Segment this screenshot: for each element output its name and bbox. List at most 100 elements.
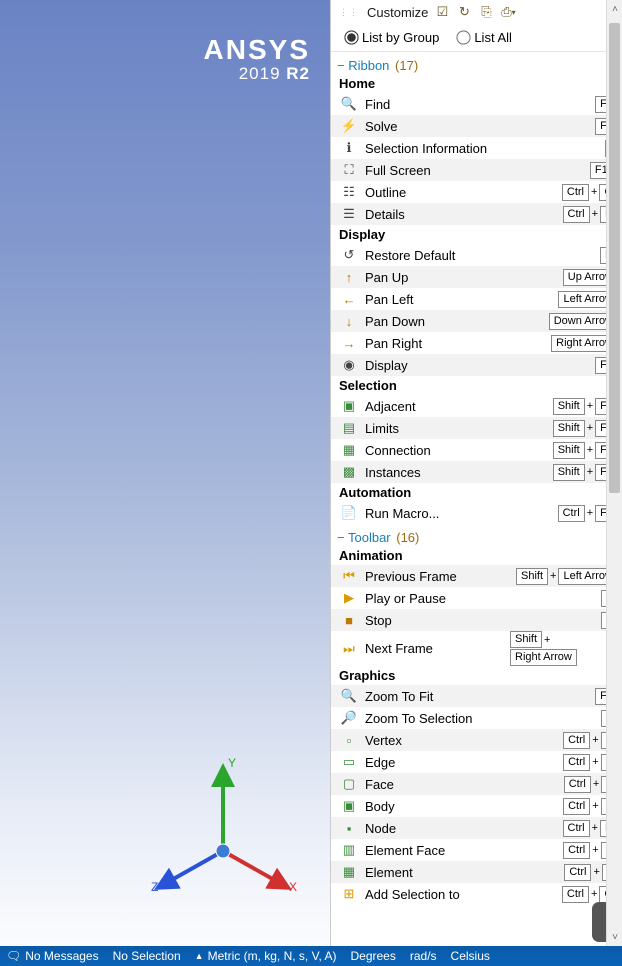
scroll-down-icon[interactable]: ˅ bbox=[607, 928, 622, 946]
shortcut-label: Display bbox=[359, 357, 595, 374]
shortcut-keys[interactable]: Shift+Right Arrow bbox=[510, 631, 618, 666]
shortcut-label: Pan Up bbox=[359, 269, 563, 286]
status-messages[interactable]: 🗨 No Messages bbox=[6, 949, 99, 963]
brand-logo: ANSYS 2019 R2 bbox=[204, 34, 310, 84]
import-icon[interactable]: ⎘ bbox=[478, 4, 494, 20]
shortcut-label: Edge bbox=[359, 754, 563, 771]
shortcut-row[interactable]: ⏮Previous FrameShift+Left Arrow bbox=[331, 565, 622, 587]
list-all-radio[interactable]: List All bbox=[457, 30, 512, 45]
graphics-viewport[interactable]: ANSYS 2019 R2 Y X Z bbox=[0, 0, 330, 946]
shortcut-row[interactable]: 🔎Zoom To SelectionZ bbox=[331, 707, 622, 729]
key-badge: Right Arrow bbox=[510, 649, 577, 666]
shortcut-row[interactable]: ℹSelection InformationI bbox=[331, 137, 622, 159]
axis-triad[interactable]: Y X Z bbox=[145, 751, 305, 911]
x-axis bbox=[223, 851, 285, 886]
shortcut-row[interactable]: ☰DetailsCtrl+D bbox=[331, 203, 622, 225]
status-bar: 🗨 No Messages No Selection ▲ Metric (m, … bbox=[0, 946, 622, 966]
add-sel-icon: ⊞ bbox=[339, 885, 359, 903]
shortcut-row[interactable]: 🔍Zoom To FitF7 bbox=[331, 685, 622, 707]
shortcut-row[interactable]: ⊞Add Selection toCtrl+Q bbox=[331, 883, 622, 905]
shortcut-label: Limits bbox=[359, 420, 553, 437]
checkbox-icon[interactable]: ☑ bbox=[434, 4, 450, 20]
shortcut-row[interactable]: ▶Play or PauseP bbox=[331, 587, 622, 609]
shortcut-row[interactable]: ▥Element FaceCtrl+K bbox=[331, 839, 622, 861]
shortcut-row[interactable]: ▤LimitsShift+F2 bbox=[331, 417, 622, 439]
next-frame-icon: ⏭ bbox=[339, 640, 359, 658]
shortcut-row[interactable]: ▭EdgeCtrl+E bbox=[331, 751, 622, 773]
shortcut-row[interactable]: ▩InstancesShift+F4 bbox=[331, 461, 622, 483]
refresh-icon[interactable]: ↻ bbox=[456, 4, 472, 20]
shortcut-label: Zoom To Fit bbox=[359, 688, 595, 705]
scroll-up-icon[interactable]: ˄ bbox=[607, 0, 622, 18]
shortcut-row[interactable]: ▫VertexCtrl+P bbox=[331, 729, 622, 751]
shortcut-row[interactable]: ⚡SolveF5 bbox=[331, 115, 622, 137]
list-mode-row: List by Group List All bbox=[331, 24, 622, 52]
shortcut-label: Previous Frame bbox=[359, 568, 516, 585]
status-angle[interactable]: Degrees bbox=[351, 949, 396, 963]
shortcut-row[interactable]: ⛶Full ScreenF11 bbox=[331, 159, 622, 181]
shortcut-label: Play or Pause bbox=[359, 590, 601, 607]
shortcut-row[interactable]: ←Pan LeftLeft Arrow bbox=[331, 288, 622, 310]
shortcut-row[interactable]: ▦ElementCtrl+L bbox=[331, 861, 622, 883]
shortcut-label: Restore Default bbox=[359, 247, 600, 264]
shortcut-label: Pan Down bbox=[359, 313, 549, 330]
speech-icon: 🗨 bbox=[6, 949, 21, 963]
shortcut-label: Instances bbox=[359, 464, 553, 481]
shortcut-row[interactable]: 📄Run Macro...Ctrl+F7 bbox=[331, 502, 622, 524]
zoom-fit-icon: 🔍 bbox=[339, 687, 359, 705]
shortcut-row[interactable]: ↓Pan DownDown Arrow bbox=[331, 310, 622, 332]
shortcut-row[interactable]: ▢FaceCtrl+F bbox=[331, 773, 622, 795]
section-header: Graphics bbox=[331, 666, 622, 685]
shortcut-label: Stop bbox=[359, 612, 601, 629]
group-header[interactable]: − Toolbar (16) bbox=[331, 524, 622, 546]
limits-icon: ▤ bbox=[339, 419, 359, 437]
arrow-down-icon: ↓ bbox=[339, 312, 359, 330]
key-badge: Shift bbox=[553, 464, 585, 481]
arrow-right-icon: → bbox=[339, 334, 359, 352]
status-units[interactable]: ▲ Metric (m, kg, N, s, V, A) bbox=[195, 949, 337, 963]
export-icon[interactable]: ⎙▾ bbox=[500, 4, 516, 20]
key-badge: Ctrl bbox=[563, 732, 590, 749]
gripper-icon[interactable]: ⋮⋮ bbox=[339, 9, 359, 15]
list-by-group-radio[interactable]: List by Group bbox=[345, 30, 439, 45]
shortcut-label: Selection Information bbox=[359, 140, 605, 157]
zoom-sel-icon: 🔎 bbox=[339, 709, 359, 727]
shortcut-row[interactable]: ▣BodyCtrl+B bbox=[331, 795, 622, 817]
scroll-thumb[interactable] bbox=[609, 23, 620, 493]
key-badge: Shift bbox=[510, 631, 542, 648]
shortcut-row[interactable]: ↺Restore DefaultH bbox=[331, 244, 622, 266]
selection-info-icon: ℹ bbox=[339, 139, 359, 157]
panel-scroll-indicator[interactable] bbox=[592, 902, 606, 942]
status-selection[interactable]: No Selection bbox=[113, 949, 181, 963]
shortcut-row[interactable]: ◉DisplayF6 bbox=[331, 354, 622, 376]
shortcut-row[interactable]: ▣AdjacentShift+F1 bbox=[331, 395, 622, 417]
status-angvel[interactable]: rad/s bbox=[410, 949, 437, 963]
customize-label[interactable]: Customize bbox=[367, 5, 428, 20]
z-label: Z bbox=[151, 880, 158, 894]
shortcut-label: Node bbox=[359, 820, 563, 837]
node-icon: ▪ bbox=[339, 819, 359, 837]
shortcut-row[interactable]: ⏭Next FrameShift+Right Arrow bbox=[331, 631, 622, 666]
key-badge: Ctrl bbox=[558, 505, 585, 522]
key-badge: Ctrl bbox=[563, 206, 590, 223]
shortcut-label: Connection bbox=[359, 442, 553, 459]
play-icon: ▶ bbox=[339, 589, 359, 607]
shortcut-row[interactable]: ■StopS bbox=[331, 609, 622, 631]
shortcut-row[interactable]: ☷OutlineCtrl+O bbox=[331, 181, 622, 203]
shortcut-row[interactable]: 🔍FindF3 bbox=[331, 93, 622, 115]
key-badge: Shift bbox=[516, 568, 548, 585]
status-temp[interactable]: Celsius bbox=[451, 949, 490, 963]
shortcut-row[interactable]: ▪NodeCtrl+N bbox=[331, 817, 622, 839]
shortcut-label: Adjacent bbox=[359, 398, 553, 415]
shortcuts-list[interactable]: − Ribbon (17)Home🔍FindF3⚡SolveF5ℹSelecti… bbox=[331, 52, 622, 946]
collapse-icon[interactable]: − bbox=[337, 58, 345, 73]
adjacent-icon: ▣ bbox=[339, 397, 359, 415]
collapse-icon[interactable]: − bbox=[337, 530, 345, 545]
shortcut-keys[interactable]: Shift+Left Arrow bbox=[516, 568, 618, 585]
customize-panel: ⋮⋮ Customize ☑ ↻ ⎘ ⎙▾ List by Group List… bbox=[330, 0, 622, 946]
window-scrollbar[interactable]: ˄ ˅ bbox=[606, 0, 622, 946]
shortcut-row[interactable]: ▦ConnectionShift+F3 bbox=[331, 439, 622, 461]
group-header[interactable]: − Ribbon (17) bbox=[331, 52, 622, 74]
shortcut-row[interactable]: →Pan RightRight Arrow bbox=[331, 332, 622, 354]
shortcut-row[interactable]: ↑Pan UpUp Arrow bbox=[331, 266, 622, 288]
